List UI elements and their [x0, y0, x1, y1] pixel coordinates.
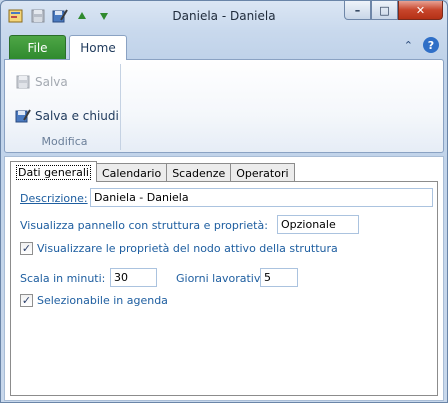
- ribbon-group-modifica: Salva Salva e chiudi Modifica: [9, 64, 121, 150]
- title-bar: Daniela - Daniela – □ ✕: [1, 1, 447, 31]
- window: Daniela - Daniela – □ ✕ File Home ⌃ ? Sa…: [0, 0, 448, 403]
- agenda-checkbox[interactable]: ✓: [20, 294, 33, 307]
- group-label: Modifica: [41, 135, 88, 148]
- collapse-ribbon-icon[interactable]: ⌃: [404, 39, 413, 52]
- save-icon: [15, 74, 31, 90]
- giorni-label: Giorni lavorativi:: [176, 272, 268, 285]
- quick-access-toolbar: [7, 7, 113, 25]
- tabstrip: Dati generali Calendario Scadenze Operat…: [10, 161, 295, 182]
- tab-dati-generali-label: Dati generali: [16, 164, 91, 180]
- descrizione-label-text: Descrizione:: [20, 192, 88, 205]
- pannello-select[interactable]: Opzionale: [277, 215, 359, 234]
- help-icon[interactable]: ?: [423, 37, 439, 53]
- content-area: Dati generali Calendario Scadenze Operat…: [4, 156, 444, 401]
- scala-label: Scala in minuti:: [20, 272, 106, 285]
- close-button[interactable]: ✕: [398, 1, 443, 20]
- scala-field[interactable]: 30: [110, 268, 157, 287]
- descrizione-field[interactable]: Daniela - Daniela: [90, 188, 433, 207]
- ribbon-controls: ⌃ ?: [404, 37, 439, 53]
- maximize-button[interactable]: □: [371, 1, 398, 20]
- ribbon-tabs: File Home: [9, 35, 127, 60]
- tab-operatori[interactable]: Operatori: [230, 163, 295, 182]
- giorni-field[interactable]: 5: [260, 268, 298, 287]
- save-close-icon: [15, 108, 31, 124]
- salva-e-chiudi-label: Salva e chiudi: [35, 109, 119, 123]
- proprieta-label: Visualizzare le proprietà del nodo attiv…: [37, 242, 338, 255]
- proprieta-checkbox-row[interactable]: ✓ Visualizzare le proprietà del nodo att…: [20, 242, 338, 255]
- salva-button[interactable]: Salva: [15, 72, 68, 92]
- app-icon[interactable]: [7, 7, 25, 25]
- salva-label: Salva: [35, 75, 68, 89]
- arrow-down-icon[interactable]: [95, 7, 113, 25]
- minimize-button[interactable]: –: [344, 1, 371, 20]
- save-close-icon[interactable]: [51, 7, 69, 25]
- tab-page-dati-generali: Descrizione: Daniela - Daniela Visualizz…: [10, 181, 438, 396]
- tab-scadenze[interactable]: Scadenze: [166, 163, 232, 182]
- ribbon-panel: Salva Salva e chiudi Modifica: [4, 59, 444, 153]
- caption-buttons: – □ ✕: [344, 1, 443, 20]
- proprieta-checkbox[interactable]: ✓: [20, 242, 33, 255]
- tab-calendario[interactable]: Calendario: [95, 163, 168, 182]
- save-icon[interactable]: [29, 7, 47, 25]
- tab-file[interactable]: File: [9, 35, 66, 59]
- tab-dati-generali[interactable]: Dati generali: [10, 161, 97, 182]
- arrow-up-icon[interactable]: [73, 7, 91, 25]
- descrizione-label: Descrizione:: [20, 192, 88, 205]
- tab-home[interactable]: Home: [69, 35, 127, 60]
- agenda-checkbox-row[interactable]: ✓ Selezionabile in agenda: [20, 294, 168, 307]
- salva-e-chiudi-button[interactable]: Salva e chiudi: [15, 106, 119, 126]
- pannello-label: Visualizza pannello con struttura e prop…: [20, 219, 268, 232]
- agenda-label: Selezionabile in agenda: [37, 294, 168, 307]
